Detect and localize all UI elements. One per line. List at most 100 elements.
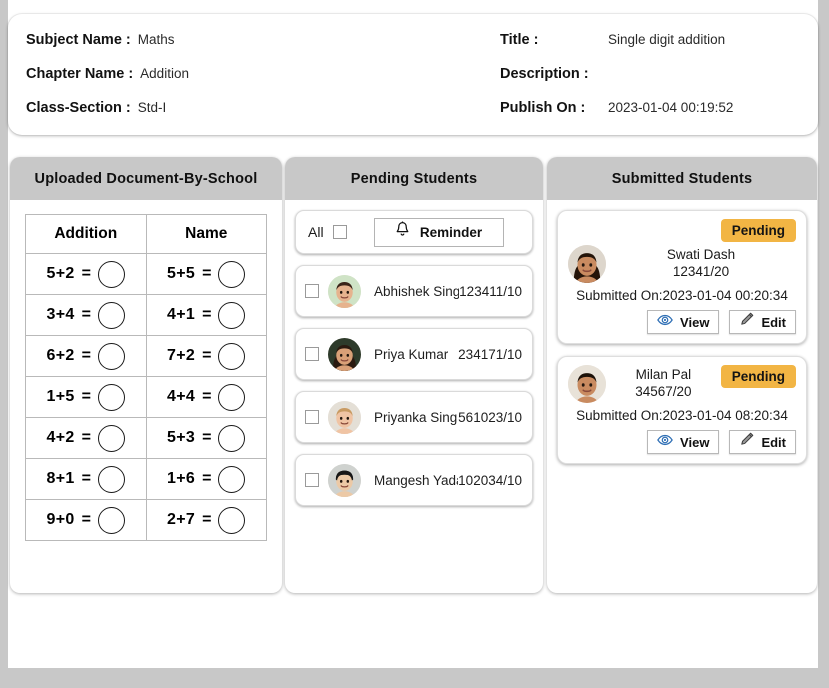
- eye-icon: [657, 433, 673, 451]
- submitted-student-card[interactable]: Pending Swati Dash 12341/20 Submitted On…: [557, 210, 807, 344]
- submitted-student-identity: Swati Dash 12341/20: [606, 245, 796, 280]
- pending-students-panel: Pending Students All Reminder Abhishek S…: [285, 157, 543, 593]
- worksheet-question-cell: 2+7 =: [145, 499, 267, 541]
- info-row-subject-name: Subject Name : Maths: [26, 32, 486, 66]
- question-expression: 2+7: [167, 511, 196, 528]
- edit-button[interactable]: Edit: [729, 310, 796, 334]
- pending-student-row[interactable]: Priya Kumar 234171/10: [295, 328, 533, 380]
- answer-circle[interactable]: [218, 506, 246, 534]
- equals-sign: =: [202, 265, 212, 282]
- view-button[interactable]: View: [647, 430, 720, 454]
- pending-students-panel-title: Pending Students: [285, 157, 543, 200]
- worksheet-question-cell: 9+0 =: [25, 499, 147, 541]
- title-label: Title :: [500, 32, 539, 48]
- answer-circle[interactable]: [97, 301, 125, 329]
- pending-student-row[interactable]: Abhishek Singh 123411/10: [295, 265, 533, 317]
- student-checkbox[interactable]: [305, 410, 319, 424]
- submitted-student-card[interactable]: Milan Pal 34567/20 Pending Submitted On:…: [557, 356, 807, 464]
- submitted-on-text: Submitted On:2023-01-04 00:20:34: [576, 288, 788, 303]
- uploaded-document-panel-title: Uploaded Document-By-School: [10, 157, 282, 200]
- answer-circle[interactable]: [218, 342, 246, 370]
- student-name: Priyanka Singh: [374, 409, 459, 425]
- question-expression: 6+2: [46, 347, 75, 364]
- student-name: Swati Dash: [666, 247, 736, 262]
- submitted-student-actions: View Edit: [568, 430, 796, 454]
- student-checkbox[interactable]: [305, 284, 319, 298]
- publish-on-value: 2023-01-04 00:19:52: [608, 100, 734, 115]
- worksheet-question-cell: 4+2 =: [25, 417, 147, 459]
- answer-circle[interactable]: [218, 260, 246, 288]
- select-all-checkbox[interactable]: [332, 225, 347, 239]
- worksheet-table: Addition Name 5+2 = 5+5 = 3+4 = 4+1 = 6+…: [25, 214, 267, 541]
- avatar: [568, 245, 606, 283]
- worksheet-question-cell: 5+5 =: [145, 253, 267, 295]
- worksheet-header-row: Addition Name: [25, 214, 267, 254]
- worksheet-row: 4+2 = 5+3 =: [25, 417, 267, 459]
- answer-circle[interactable]: [97, 383, 125, 411]
- question-expression: 1+6: [167, 470, 196, 487]
- assignment-info-card: Subject Name : Maths Chapter Name : Addi…: [8, 14, 818, 135]
- equals-sign: =: [202, 388, 212, 405]
- answer-circle[interactable]: [218, 424, 246, 452]
- answer-circle[interactable]: [218, 383, 246, 411]
- answer-circle[interactable]: [97, 506, 125, 534]
- reminder-button-label: Reminder: [419, 224, 483, 240]
- pencil-icon: [739, 432, 754, 452]
- answer-circle[interactable]: [97, 465, 125, 493]
- pending-student-row[interactable]: Priyanka Singh 561023/10: [295, 391, 533, 443]
- view-button[interactable]: View: [647, 310, 720, 334]
- worksheet-question-cell: 3+4 =: [25, 294, 147, 336]
- equals-sign: =: [81, 265, 91, 282]
- avatar: [568, 365, 606, 403]
- question-expression: 4+4: [167, 388, 196, 405]
- status-badge: Pending: [720, 365, 796, 388]
- avatar: [328, 463, 361, 497]
- question-expression: 4+2: [46, 429, 75, 446]
- equals-sign: =: [81, 388, 91, 405]
- eye-icon: [657, 313, 673, 331]
- edit-button-label: Edit: [761, 434, 786, 450]
- reminder-button[interactable]: Reminder: [373, 217, 504, 247]
- worksheet-row: 3+4 = 4+1 =: [25, 294, 267, 336]
- answer-circle[interactable]: [218, 465, 246, 493]
- submitted-student-top: Milan Pal 34567/20 Pending: [568, 365, 796, 403]
- edit-button-label: Edit: [761, 314, 786, 330]
- worksheet-row: 8+1 = 1+6 =: [25, 458, 267, 500]
- student-name: Abhishek Singh: [374, 283, 460, 299]
- equals-sign: =: [202, 470, 212, 487]
- answer-circle[interactable]: [97, 260, 125, 288]
- view-button-label: View: [680, 434, 710, 450]
- question-expression: 8+1: [46, 470, 75, 487]
- info-column-right: Title : Single digit addition Descriptio…: [500, 32, 810, 134]
- student-roll-number: 561023/10: [458, 409, 522, 425]
- avatar: [328, 337, 361, 371]
- student-roll-number: 12341/20: [672, 264, 730, 279]
- pending-students-panel-body: All Reminder Abhishek Singh 123411/10 Pr…: [285, 200, 543, 593]
- answer-circle[interactable]: [218, 301, 246, 329]
- subject-name-label: Subject Name :: [26, 32, 131, 48]
- edit-button[interactable]: Edit: [729, 430, 796, 454]
- student-roll-number: 102034/10: [458, 472, 522, 488]
- student-checkbox[interactable]: [305, 347, 319, 361]
- answer-circle[interactable]: [97, 424, 125, 452]
- student-checkbox[interactable]: [305, 473, 319, 487]
- pending-student-row[interactable]: Mangesh Yadav 102034/10: [295, 454, 533, 506]
- subject-name-value: Maths: [137, 32, 175, 47]
- publish-on-label: Publish On :: [500, 100, 586, 116]
- equals-sign: =: [202, 306, 212, 323]
- student-name: Mangesh Yadav: [374, 472, 458, 488]
- answer-circle[interactable]: [97, 342, 125, 370]
- equals-sign: =: [81, 470, 91, 487]
- equals-sign: =: [81, 306, 91, 323]
- worksheet-question-cell: 4+4 =: [145, 376, 267, 418]
- submitted-student-top: Swati Dash 12341/20: [568, 245, 796, 283]
- worksheet-question-cell: 7+2 =: [145, 335, 267, 377]
- worksheet-question-cell: 5+2 =: [25, 253, 147, 295]
- question-expression: 5+3: [167, 429, 196, 446]
- pending-toolbar: All Reminder: [295, 210, 533, 254]
- student-roll-number: 34567/20: [635, 384, 692, 399]
- avatar: [328, 274, 361, 308]
- select-all-label: All: [308, 224, 324, 240]
- equals-sign: =: [81, 511, 91, 528]
- chapter-name-label: Chapter Name :: [26, 66, 134, 82]
